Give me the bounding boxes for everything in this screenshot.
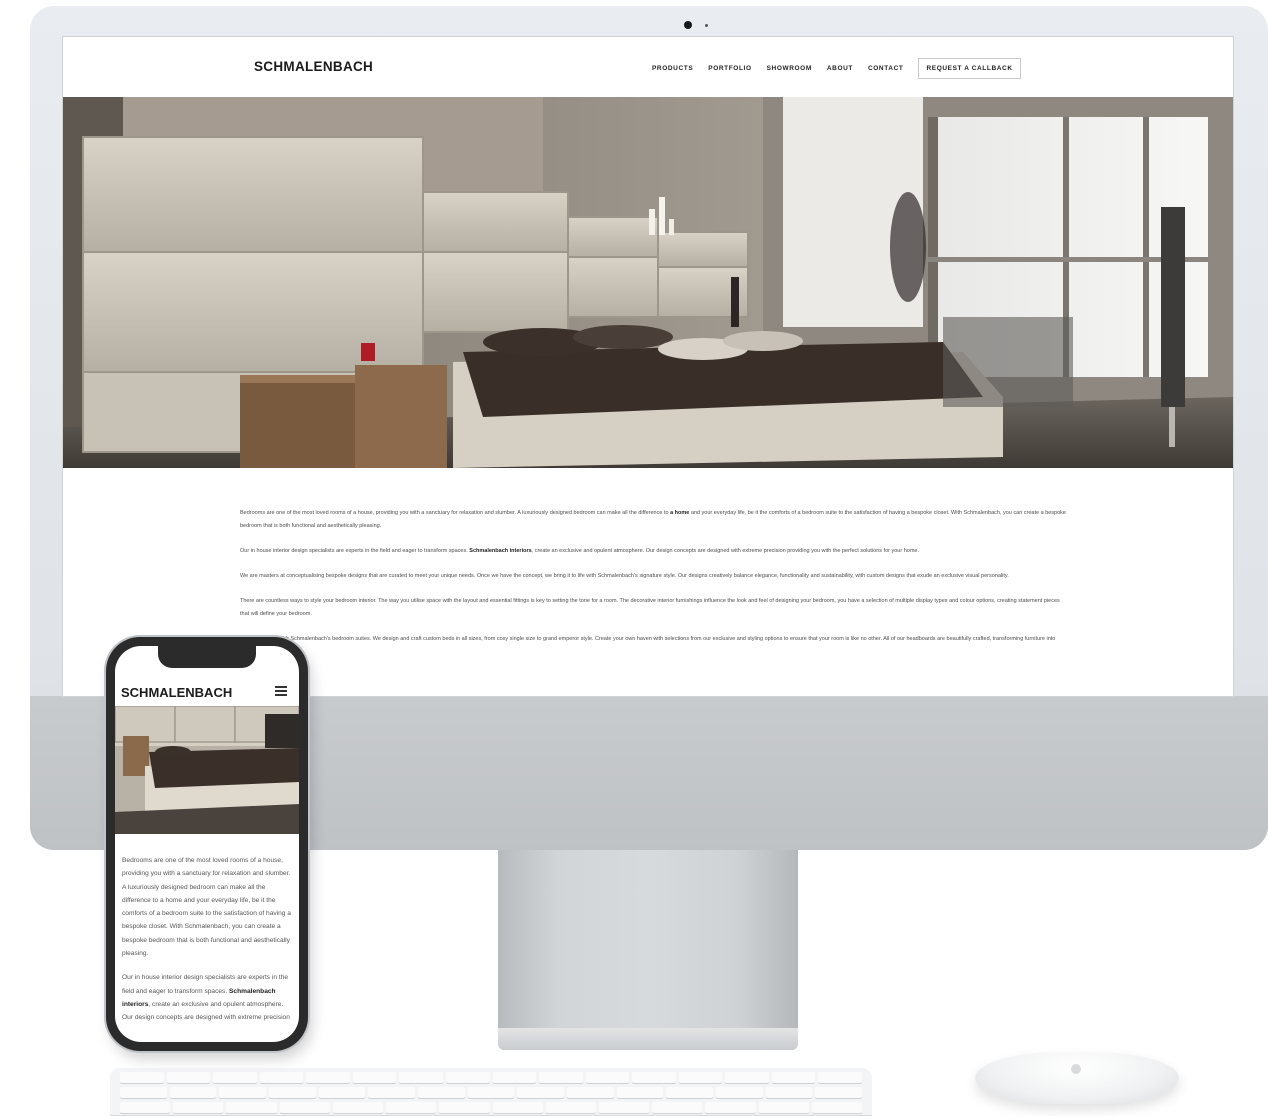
camera-icon	[684, 21, 692, 29]
paragraph-text: , create an exclusive and opulent atmosp…	[531, 548, 920, 554]
emphasis-text: a home	[670, 510, 690, 516]
phone-device: SCHMALENBACH Bedrooms are one of the mos…	[106, 637, 308, 1051]
apple-logo-icon	[1071, 1064, 1081, 1074]
paragraph-text: Bedrooms are one of the most loved rooms…	[122, 857, 291, 958]
nav-link-showroom[interactable]: SHOWROOM	[767, 65, 812, 72]
paragraph-text: There are countless ways to style your b…	[240, 598, 1060, 617]
hero-image	[63, 97, 1233, 468]
paragraph-text: Bedrooms are one of the most loved rooms…	[240, 510, 671, 516]
site-logo[interactable]: SCHMALENBACH	[254, 59, 373, 74]
paragraph-text: rest every night with Schmalenbach's bed…	[240, 636, 1056, 655]
paragraph-text: Our in house interior design specialists…	[240, 548, 470, 554]
emphasis-text: Schmalenbach interiors	[469, 548, 532, 554]
magic-mouse	[975, 1052, 1179, 1104]
nav-link-about[interactable]: ABOUT	[827, 65, 853, 72]
main-nav: PRODUCTS PORTFOLIO SHOWROOM ABOUT CONTAC…	[652, 57, 1021, 79]
content-paragraph: There are countless ways to style your b…	[240, 595, 1068, 621]
desktop-screen: SCHMALENBACH PRODUCTS PORTFOLIO SHOWROOM…	[62, 36, 1234, 697]
mobile-hero-image	[115, 706, 299, 834]
nav-link-products[interactable]: PRODUCTS	[652, 65, 693, 72]
site-header: SCHMALENBACH PRODUCTS PORTFOLIO SHOWROOM…	[63, 37, 1233, 97]
desktop-content: Bedrooms are one of the most loved rooms…	[240, 507, 1068, 671]
phone-notch	[158, 646, 256, 668]
nav-link-contact[interactable]: CONTACT	[868, 65, 904, 72]
imac-stand-foot	[498, 1028, 798, 1050]
mobile-content: Bedrooms are one of the most loved rooms…	[122, 854, 292, 1036]
keyboard	[110, 1068, 872, 1116]
mobile-screen: SCHMALENBACH Bedrooms are one of the mos…	[115, 646, 299, 1042]
camera-indicator	[705, 24, 708, 27]
content-paragraph: Our in house interior design specialists…	[240, 545, 1068, 558]
paragraph-text: , create an exclusive and opulent atmosp…	[122, 1000, 290, 1022]
paragraph-text: We are masters at conceptualising bespok…	[240, 573, 1009, 579]
content-paragraph: Our in house interior design specialists…	[122, 971, 292, 1024]
request-callback-button[interactable]: REQUEST A CALLBACK	[918, 57, 1021, 79]
content-paragraph: Bedrooms are one of the most loved rooms…	[122, 854, 292, 960]
hamburger-menu-icon[interactable]	[275, 686, 287, 696]
imac-stand	[498, 850, 798, 1030]
nav-link-portfolio[interactable]: PORTFOLIO	[708, 65, 751, 72]
content-paragraph: rest every night with Schmalenbach's bed…	[240, 633, 1068, 659]
content-paragraph: Bedrooms are one of the most loved rooms…	[240, 507, 1068, 533]
mobile-site-logo[interactable]: SCHMALENBACH	[121, 685, 232, 700]
content-paragraph: We are masters at conceptualising bespok…	[240, 570, 1068, 583]
